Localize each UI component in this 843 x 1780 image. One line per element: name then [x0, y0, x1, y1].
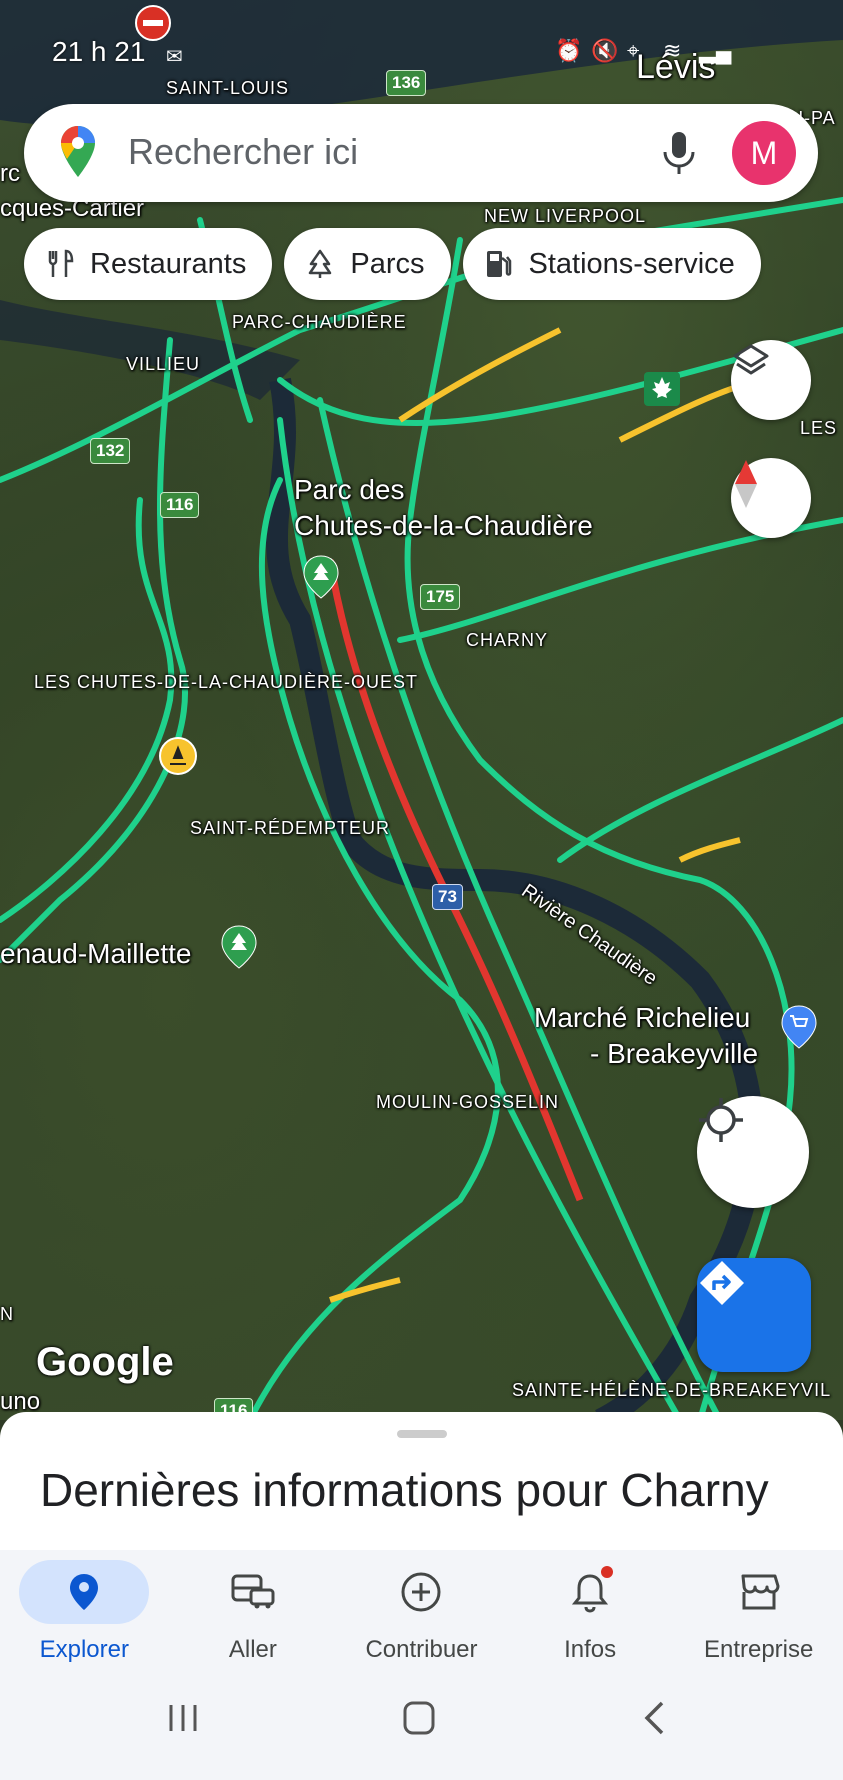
- chip-parcs[interactable]: Parcs: [284, 228, 451, 300]
- chip-label: Stations-service: [528, 247, 735, 280]
- nav-infos[interactable]: Infos: [506, 1550, 675, 1680]
- alarm-icon: ⏰: [555, 38, 583, 63]
- back-icon[interactable]: [642, 1700, 668, 1736]
- home-icon[interactable]: [402, 1700, 436, 1736]
- autoroute-shield-73: 73: [432, 884, 463, 910]
- map-label-sainte-helene: SAINTE-HÉLÈNE-DE-BREAKEYVIL: [512, 1380, 832, 1400]
- map-label-saint-redempteur: SAINT-RÉDEMPTEUR: [190, 818, 391, 838]
- gas-station-icon: [486, 251, 511, 277]
- map-label-villieu: VILLIEU: [126, 354, 201, 374]
- park-icon: [309, 249, 332, 278]
- nav-label: Explorer: [39, 1636, 129, 1663]
- search-bar[interactable]: Rechercher ici M: [24, 104, 818, 202]
- nav-entreprise[interactable]: Entreprise: [674, 1550, 843, 1680]
- chip-label: Parcs: [350, 247, 425, 280]
- mute-icon: 🔇: [591, 38, 619, 63]
- map-label-new-liverpool: NEW LIVERPOOL: [484, 206, 647, 226]
- compass-icon: [735, 460, 757, 508]
- search-input[interactable]: Rechercher ici: [128, 131, 358, 173]
- route-shield-132: 132: [90, 438, 131, 464]
- directions-button[interactable]: [697, 1258, 811, 1372]
- compass-button[interactable]: [731, 458, 811, 538]
- nav-pill: [19, 1560, 150, 1624]
- nav-label: Aller: [228, 1636, 277, 1663]
- map-label-parc-des-chutes-line2: Chutes-de-la-Chaudière: [294, 510, 593, 541]
- map-label-saint-louis: SAINT-LOUIS: [166, 78, 290, 98]
- chip-stations-service[interactable]: Stations-service: [462, 228, 761, 300]
- crosshair-icon: [699, 1098, 743, 1142]
- map-label-parc-chaudiere: PARC-CHAUDIÈRE: [232, 312, 407, 332]
- shopping-cart-pin-icon[interactable]: [780, 1004, 818, 1050]
- map-label-parc-partial: rc: [0, 160, 20, 187]
- map-label-n: N: [0, 1304, 14, 1324]
- signal-icon: ▂▄: [699, 38, 732, 63]
- layers-icon: [733, 344, 769, 375]
- map-canvas[interactable]: SAINT-LOUIS Lévis NEW LIVERPOOL cques-Ca…: [0, 0, 843, 1420]
- category-chips: Restaurants Parcs Stations-service: [24, 228, 761, 300]
- nav-pill: [188, 1560, 318, 1624]
- map-label-marche-richelieu-line1: Marché Richelieu: [534, 1002, 751, 1033]
- directions-icon: [700, 1261, 744, 1305]
- map-label-moulin-gosselin: MOULIN-GOSSELIN: [376, 1092, 560, 1112]
- my-location-button[interactable]: [697, 1096, 809, 1208]
- recent-apps-icon[interactable]: [166, 1702, 200, 1734]
- nav-pill: [694, 1560, 824, 1624]
- location-icon: ⌖: [627, 38, 640, 63]
- park-pin-icon[interactable]: [302, 554, 340, 600]
- explore-pin-icon: [70, 1574, 99, 1610]
- chip-label: Restaurants: [90, 247, 247, 280]
- commute-icon: [231, 1574, 275, 1609]
- layers-button[interactable]: [731, 340, 811, 420]
- nav-pill: [525, 1560, 655, 1624]
- route-shield-175: 175: [420, 584, 461, 610]
- google-maps-app: SAINT-LOUIS Lévis NEW LIVERPOOL cques-Ca…: [0, 0, 843, 1780]
- nav-label: Infos: [564, 1636, 617, 1663]
- bottom-navigation: Explorer Aller Contribuer Infos Entrepri…: [0, 1550, 843, 1680]
- nav-pill: [356, 1560, 486, 1624]
- road-work-icon[interactable]: [158, 736, 198, 776]
- microphone-icon[interactable]: [654, 126, 704, 180]
- route-shield-116: 116: [160, 492, 200, 518]
- restaurant-icon: [48, 249, 74, 277]
- sheet-title: Dernières informations pour Charny: [40, 1464, 769, 1516]
- account-avatar[interactable]: M: [732, 121, 796, 185]
- park-pin-icon[interactable]: [220, 924, 258, 970]
- google-maps-logo-icon: [61, 126, 95, 177]
- nav-label: Entreprise: [703, 1636, 814, 1663]
- status-icons: ⏰ 🔇 ⌖ ≋ ▂▄: [555, 38, 732, 63]
- status-time: 21 h 21: [52, 36, 146, 67]
- sheet-drag-handle[interactable]: [397, 1430, 447, 1438]
- add-circle-icon: [401, 1572, 441, 1612]
- map-label-parc-des-chutes-line1: Parc des: [294, 474, 405, 505]
- chip-restaurants[interactable]: Restaurants: [24, 228, 273, 300]
- nav-contribuer[interactable]: Contribuer: [337, 1550, 506, 1680]
- map-label-charny: CHARNY: [466, 630, 549, 650]
- bottom-sheet[interactable]: Dernières informations pour Charny: [0, 1412, 843, 1552]
- nav-label: Contribuer: [365, 1636, 478, 1663]
- nav-aller[interactable]: Aller: [169, 1550, 338, 1680]
- bell-icon: [572, 1574, 609, 1613]
- wifi-icon: ≋: [663, 38, 682, 63]
- google-logo: Google: [36, 1340, 174, 1384]
- map-label-les: LES: [800, 418, 838, 438]
- map-label-renaud-maillette: enaud-Maillette: [0, 938, 192, 969]
- system-navigation-bar: [0, 1680, 843, 1780]
- notification-badge: [600, 1566, 613, 1578]
- status-bar: 21 h 21 ✉ ⏰ 🔇 ⌖ ≋ ▂▄: [0, 30, 843, 80]
- map-label-marche-richelieu-line2: - Breakeyville: [590, 1038, 759, 1069]
- maple-leaf-icon: [644, 372, 680, 406]
- mail-icon: ✉: [166, 46, 183, 68]
- map-label-chutes-ouest: LES CHUTES-DE-LA-CHAUDIÈRE-OUEST: [34, 672, 419, 692]
- storefront-icon: [741, 1574, 780, 1610]
- nav-explorer[interactable]: Explorer: [0, 1550, 169, 1680]
